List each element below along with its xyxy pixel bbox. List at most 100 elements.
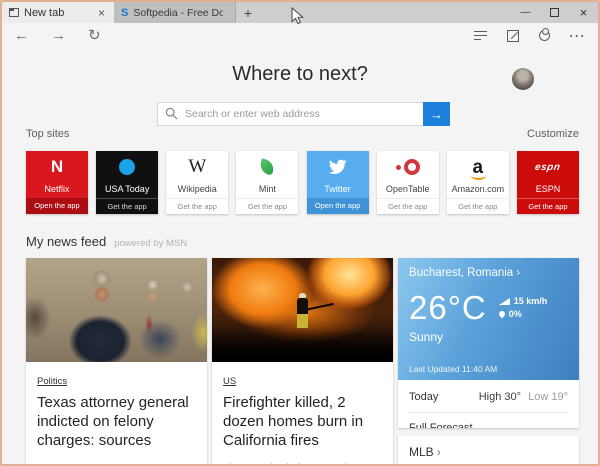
tile-wikipedia[interactable]: W Wikipedia Get the app <box>166 151 228 214</box>
browser-window: New tab × S Softpedia - Free Downloads +… <box>0 0 600 466</box>
tile-name: OpenTable <box>377 183 439 198</box>
share-circle-icon <box>539 30 550 41</box>
article-image <box>26 258 207 362</box>
new-tab-button[interactable]: + <box>236 2 260 23</box>
page-title: Where to next? <box>2 63 598 86</box>
wikipedia-logo-icon: W <box>188 156 206 178</box>
search-icon <box>165 107 178 120</box>
tile-twitter[interactable]: Twitter Open the app <box>307 151 369 214</box>
mouse-cursor <box>291 7 304 25</box>
tile-opentable[interactable]: OpenTable Get the app <box>377 151 439 214</box>
tab-new-tab[interactable]: New tab × <box>2 2 114 23</box>
article-headline[interactable]: Firefighter killed, 2 dozen homes burn i… <box>223 393 382 451</box>
today-label: Today <box>409 391 438 403</box>
tile-name: Amazon.com <box>447 183 509 198</box>
article-snippet: Blazes raging in forests and woodlands a… <box>223 461 382 466</box>
tile-action[interactable]: Get the app <box>166 198 228 214</box>
tile-name: Wikipedia <box>166 183 228 198</box>
weather-location-link[interactable]: Bucharest, Romania› <box>409 267 568 279</box>
usa-today-logo-icon <box>119 159 135 175</box>
mlb-label: MLB <box>409 445 434 459</box>
softpedia-favicon-icon: S <box>121 7 128 19</box>
tile-name: USA Today <box>96 183 158 198</box>
article-category-link[interactable]: US <box>223 376 236 387</box>
avatar[interactable] <box>512 68 534 90</box>
web-note-icon[interactable] <box>507 28 519 44</box>
page-icon <box>9 8 19 17</box>
article-image <box>212 258 393 362</box>
chevron-right-icon: › <box>516 267 520 279</box>
article-card-us[interactable]: US Firefighter killed, 2 dozen homes bur… <box>212 258 393 466</box>
espn-logo-icon: espn <box>534 162 561 173</box>
tile-name: ESPN <box>517 183 579 198</box>
search-bar: → <box>157 102 450 126</box>
tile-action[interactable]: Get the app <box>517 198 579 214</box>
maximize-icon <box>550 8 559 17</box>
article-card-politics[interactable]: Politics Texas attorney general indicted… <box>26 258 207 466</box>
tile-action[interactable]: Get the app <box>236 198 298 214</box>
hub-icon[interactable] <box>474 28 487 44</box>
tile-mint[interactable]: Mint Get the app <box>236 151 298 214</box>
weather-stats: 15 km/h 0% <box>499 296 548 324</box>
tile-name: Mint <box>236 183 298 198</box>
pen-square-icon <box>507 30 519 42</box>
tile-usa-today[interactable]: USA Today Get the app <box>96 151 158 214</box>
tile-name: Twitter <box>307 183 369 198</box>
weather-last-updated: Last Updated 11:40 AM <box>409 364 497 374</box>
weather-current: Bucharest, Romania› 26°C 15 km/h 0% Sunn… <box>398 258 579 380</box>
tile-name: Netflix <box>26 183 88 198</box>
precipitation-icon <box>498 310 506 318</box>
tile-amazon[interactable]: a Amazon.com Get the app <box>447 151 509 214</box>
browser-toolbar: ← → ↻ ··· <box>2 23 598 48</box>
wind-icon <box>499 298 510 305</box>
weather-temperature: 26°C <box>409 291 487 324</box>
top-sites-label: Top sites <box>26 128 69 140</box>
tab-softpedia[interactable]: S Softpedia - Free Downloads <box>114 2 236 23</box>
low-temp: Low 19° <box>528 391 568 403</box>
high-temp: High 30° <box>479 391 521 403</box>
tile-action[interactable]: Get the app <box>96 198 158 214</box>
maximize-button[interactable] <box>540 2 569 23</box>
customize-link[interactable]: Customize <box>527 128 579 140</box>
widgets-column: Bucharest, Romania› 26°C 15 km/h 0% Sunn… <box>398 258 579 466</box>
amazon-logo-icon: a <box>473 160 484 175</box>
news-row: Politics Texas attorney general indicted… <box>26 258 579 466</box>
chevron-right-icon: › <box>437 445 441 459</box>
back-icon[interactable]: ← <box>14 28 29 43</box>
powered-by-label: powered by MSN <box>114 238 187 249</box>
wind-speed: 15 km/h <box>514 296 548 306</box>
weather-forecast-section: Today High 30° Low 19° Full Forecast <box>398 380 579 428</box>
window-controls: — × <box>511 2 598 23</box>
mint-leaf-icon <box>259 158 276 175</box>
hub-lines-icon <box>474 31 487 41</box>
search-submit-button[interactable]: → <box>423 102 450 126</box>
opentable-logo-icon <box>396 159 420 175</box>
tile-action[interactable]: Open the app <box>307 198 369 214</box>
tile-action[interactable]: Open the app <box>26 198 88 214</box>
tile-netflix[interactable]: N Netflix Open the app <box>26 151 88 214</box>
mlb-card[interactable]: MLB› <box>398 436 579 466</box>
tab-title: Softpedia - Free Downloads <box>133 7 223 19</box>
refresh-icon[interactable]: ↻ <box>88 28 101 43</box>
forward-icon[interactable]: → <box>51 28 66 43</box>
weather-condition: Sunny <box>409 330 568 344</box>
top-sites-row: N Netflix Open the app USA Today Get the… <box>26 151 579 214</box>
news-feed-title: My news feed <box>26 234 106 249</box>
tile-espn[interactable]: espn ESPN Get the app <box>517 151 579 214</box>
precipitation-value: 0% <box>509 309 522 319</box>
tab-title: New tab <box>24 7 91 19</box>
article-category-link[interactable]: Politics <box>37 376 67 387</box>
full-forecast-link[interactable]: Full Forecast <box>409 413 568 428</box>
twitter-bird-icon <box>328 159 347 175</box>
close-window-button[interactable]: × <box>569 2 598 23</box>
tile-action[interactable]: Get the app <box>377 198 439 214</box>
more-menu-icon[interactable]: ··· <box>570 28 587 44</box>
share-icon[interactable] <box>539 28 550 44</box>
search-input[interactable] <box>157 102 423 126</box>
tile-action[interactable]: Get the app <box>447 198 509 214</box>
weather-card[interactable]: Bucharest, Romania› 26°C 15 km/h 0% Sunn… <box>398 258 579 428</box>
close-tab-icon[interactable]: × <box>96 7 107 19</box>
article-headline[interactable]: Texas attorney general indicted on felon… <box>37 393 196 451</box>
minimize-button[interactable]: — <box>511 2 540 23</box>
netflix-logo-icon: N <box>51 157 63 177</box>
